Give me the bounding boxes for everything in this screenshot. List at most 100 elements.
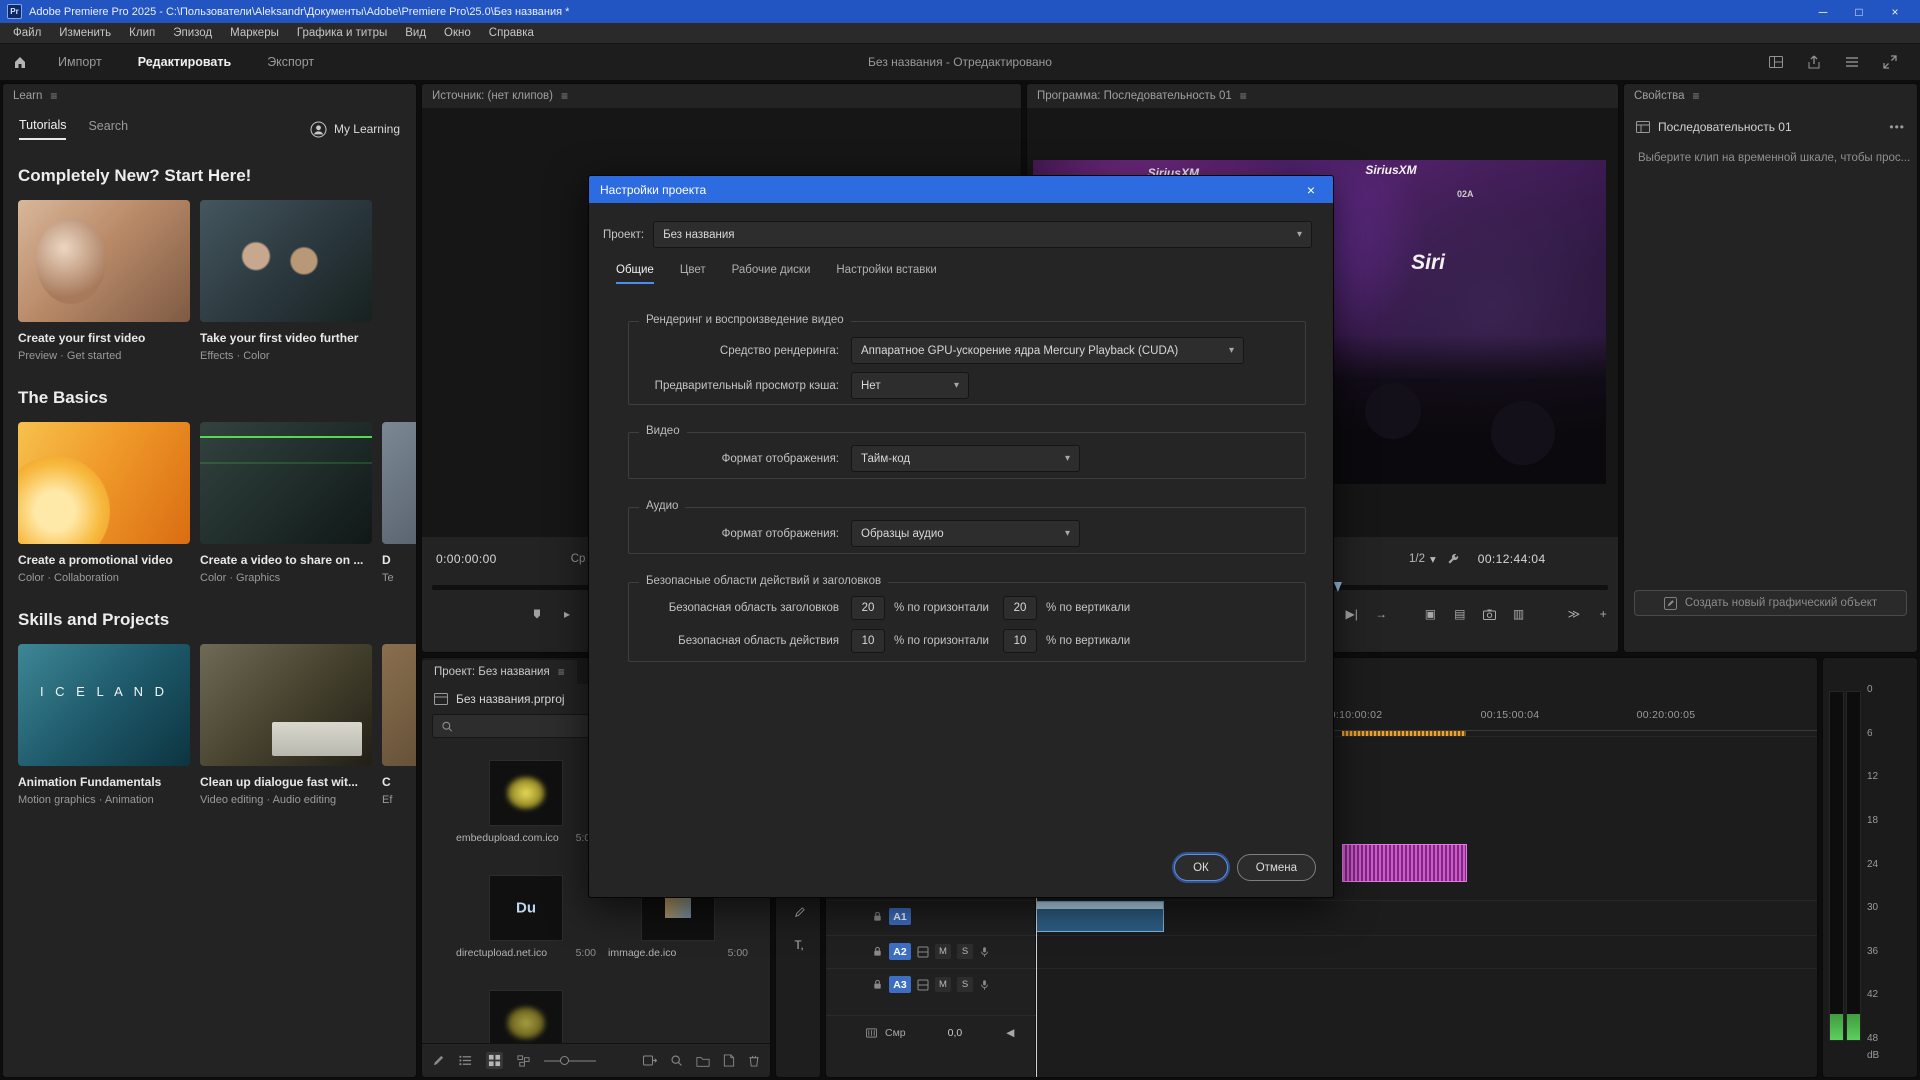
menu-view[interactable]: Вид: [396, 27, 435, 39]
menu-file[interactable]: Файл: [4, 27, 50, 39]
track-badge[interactable]: A3: [889, 976, 911, 993]
preview-cache-dropdown[interactable]: Нет▾: [851, 372, 969, 399]
lock-icon[interactable]: [872, 946, 883, 957]
video-format-dropdown[interactable]: Тайм-код▾: [851, 445, 1080, 472]
track-header-a2[interactable]: A2 M S: [826, 935, 1036, 967]
keyframes-icon[interactable]: [917, 946, 929, 958]
panel-menu-icon[interactable]: ≡: [558, 665, 565, 679]
mute-button[interactable]: M: [935, 944, 951, 959]
dialog-tab-color[interactable]: Цвет: [680, 264, 706, 284]
create-graphic-button[interactable]: Создать новый графический объект: [1634, 590, 1907, 616]
tab-tutorials[interactable]: Tutorials: [19, 118, 66, 140]
zoom-slider[interactable]: [544, 1060, 596, 1062]
delete-icon[interactable]: [748, 1054, 760, 1067]
home-icon[interactable]: [0, 54, 40, 70]
button-editor-icon[interactable]: ≫: [1559, 607, 1588, 621]
comparison-view-icon[interactable]: ▥: [1504, 607, 1533, 621]
dialog-tab-general[interactable]: Общие: [616, 264, 654, 284]
minimize-button[interactable]: ─: [1805, 0, 1841, 23]
mute-button[interactable]: M: [935, 977, 951, 992]
master-gain-value[interactable]: 0,0: [948, 1027, 963, 1039]
menu-markers[interactable]: Маркеры: [221, 27, 288, 39]
settings-wrench-icon[interactable]: [1446, 552, 1460, 566]
bin-item[interactable]: embedupload.com.ico 5:00: [456, 760, 596, 844]
renderer-dropdown[interactable]: Аппаратное GPU-ускорение ядра Mercury Pl…: [851, 337, 1244, 364]
menu-sequence[interactable]: Эпизод: [164, 27, 221, 39]
track-badge[interactable]: A2: [889, 943, 911, 960]
icon-view-icon[interactable]: [486, 1052, 503, 1069]
track-header-a3[interactable]: A3 M S: [826, 968, 1036, 1000]
dialog-tab-scratch-disks[interactable]: Рабочие диски: [732, 264, 811, 284]
panel-menu-icon[interactable]: ≡: [1240, 89, 1247, 103]
lock-icon[interactable]: [872, 911, 883, 922]
automate-to-sequence-icon[interactable]: [643, 1054, 657, 1067]
lock-icon[interactable]: [872, 979, 883, 990]
bin-item-partial[interactable]: [456, 990, 596, 1043]
tutorial-card[interactable]: Create a video to share on ... Color · G…: [200, 422, 372, 584]
track-header-a1[interactable]: A1: [826, 900, 1036, 932]
title-safe-horizontal-input[interactable]: [851, 596, 885, 620]
tab-import[interactable]: Импорт: [40, 44, 120, 80]
title-safe-vertical-input[interactable]: [1003, 596, 1037, 620]
panel-menu-icon[interactable]: ≡: [50, 89, 57, 103]
close-button[interactable]: ×: [1877, 0, 1913, 23]
list-view-icon[interactable]: [459, 1054, 472, 1067]
solo-button[interactable]: S: [957, 944, 973, 959]
tutorial-card[interactable]: Create a promotional video Color · Colla…: [18, 422, 190, 584]
cancel-button[interactable]: Отмена: [1237, 854, 1316, 881]
project-tab[interactable]: Проект: Без названия ≡: [422, 660, 577, 684]
panel-menu-icon[interactable]: ≡: [561, 89, 568, 103]
maximize-button[interactable]: □: [1841, 0, 1877, 23]
pen-tool[interactable]: [776, 899, 821, 925]
add-marker-icon[interactable]: [522, 608, 552, 620]
collapse-icon[interactable]: ◀: [1006, 1027, 1014, 1039]
menu-clip[interactable]: Клип: [120, 27, 164, 39]
dialog-close-icon[interactable]: ×: [1300, 182, 1322, 198]
step-forward-icon[interactable]: ▶|: [1337, 607, 1366, 621]
tutorial-card[interactable]: Create your first video Preview · Get st…: [18, 200, 190, 362]
audio-track-lane-a3[interactable]: [1036, 968, 1817, 1000]
panel-menu-icon[interactable]: ≡: [1693, 89, 1700, 103]
more-options-icon[interactable]: •••: [1889, 120, 1905, 134]
fullscreen-icon[interactable]: [1882, 54, 1898, 70]
new-bin-icon[interactable]: [696, 1055, 710, 1067]
dialog-titlebar[interactable]: Настройки проекта ×: [589, 176, 1333, 203]
tab-export[interactable]: Экспорт: [249, 44, 332, 80]
tutorial-card[interactable]: I C E L A N D Animation Fundamentals Mot…: [18, 644, 190, 806]
my-learning-link[interactable]: My Learning: [310, 121, 400, 138]
go-to-next-edit-icon[interactable]: →: [1366, 607, 1395, 621]
playback-resolution-dropdown[interactable]: 1/2▾: [1409, 552, 1436, 566]
find-icon[interactable]: [670, 1054, 683, 1067]
freeform-view-icon[interactable]: [517, 1054, 530, 1067]
quick-actions-icon[interactable]: [1844, 54, 1860, 70]
bin-item[interactable]: Du directupload.net.ico 5:00: [456, 875, 596, 959]
new-item-icon[interactable]: [723, 1054, 735, 1067]
menu-graphics[interactable]: Графика и титры: [288, 27, 396, 39]
project-dropdown[interactable]: Без названия▾: [653, 221, 1312, 248]
mark-in-icon[interactable]: ▸: [552, 607, 582, 621]
export-frame-icon[interactable]: [1475, 609, 1504, 620]
menu-edit[interactable]: Изменить: [50, 27, 120, 39]
master-track-row[interactable]: Смр 0,0 ◀: [826, 1015, 1036, 1049]
menu-help[interactable]: Справка: [480, 27, 543, 39]
share-icon[interactable]: [1806, 54, 1822, 70]
solo-button[interactable]: S: [957, 977, 973, 992]
type-tool[interactable]: T,: [776, 932, 821, 958]
track-badge[interactable]: A1: [889, 908, 911, 925]
voiceover-mic-icon[interactable]: [979, 979, 990, 991]
tutorial-card[interactable]: Clean up dialogue fast wit... Video edit…: [200, 644, 372, 806]
extract-icon[interactable]: ▤: [1445, 607, 1474, 621]
workspaces-icon[interactable]: [1768, 54, 1784, 70]
audio-clip[interactable]: [1036, 901, 1164, 932]
audio-format-dropdown[interactable]: Образцы аудио▾: [851, 520, 1080, 547]
dialog-tab-ingest[interactable]: Настройки вставки: [836, 264, 936, 284]
ok-button[interactable]: ОК: [1174, 854, 1228, 881]
action-safe-horizontal-input[interactable]: [851, 629, 885, 653]
source-fit-dropdown[interactable]: Ср: [571, 553, 586, 565]
audio-waveform-clip[interactable]: [1342, 844, 1467, 882]
tutorial-card-partial[interactable]: D Te: [382, 422, 417, 584]
add-button-icon[interactable]: +: [1589, 607, 1618, 621]
tab-edit[interactable]: Редактировать: [120, 44, 249, 80]
keyframes-icon[interactable]: [917, 979, 929, 991]
action-safe-vertical-input[interactable]: [1003, 629, 1037, 653]
